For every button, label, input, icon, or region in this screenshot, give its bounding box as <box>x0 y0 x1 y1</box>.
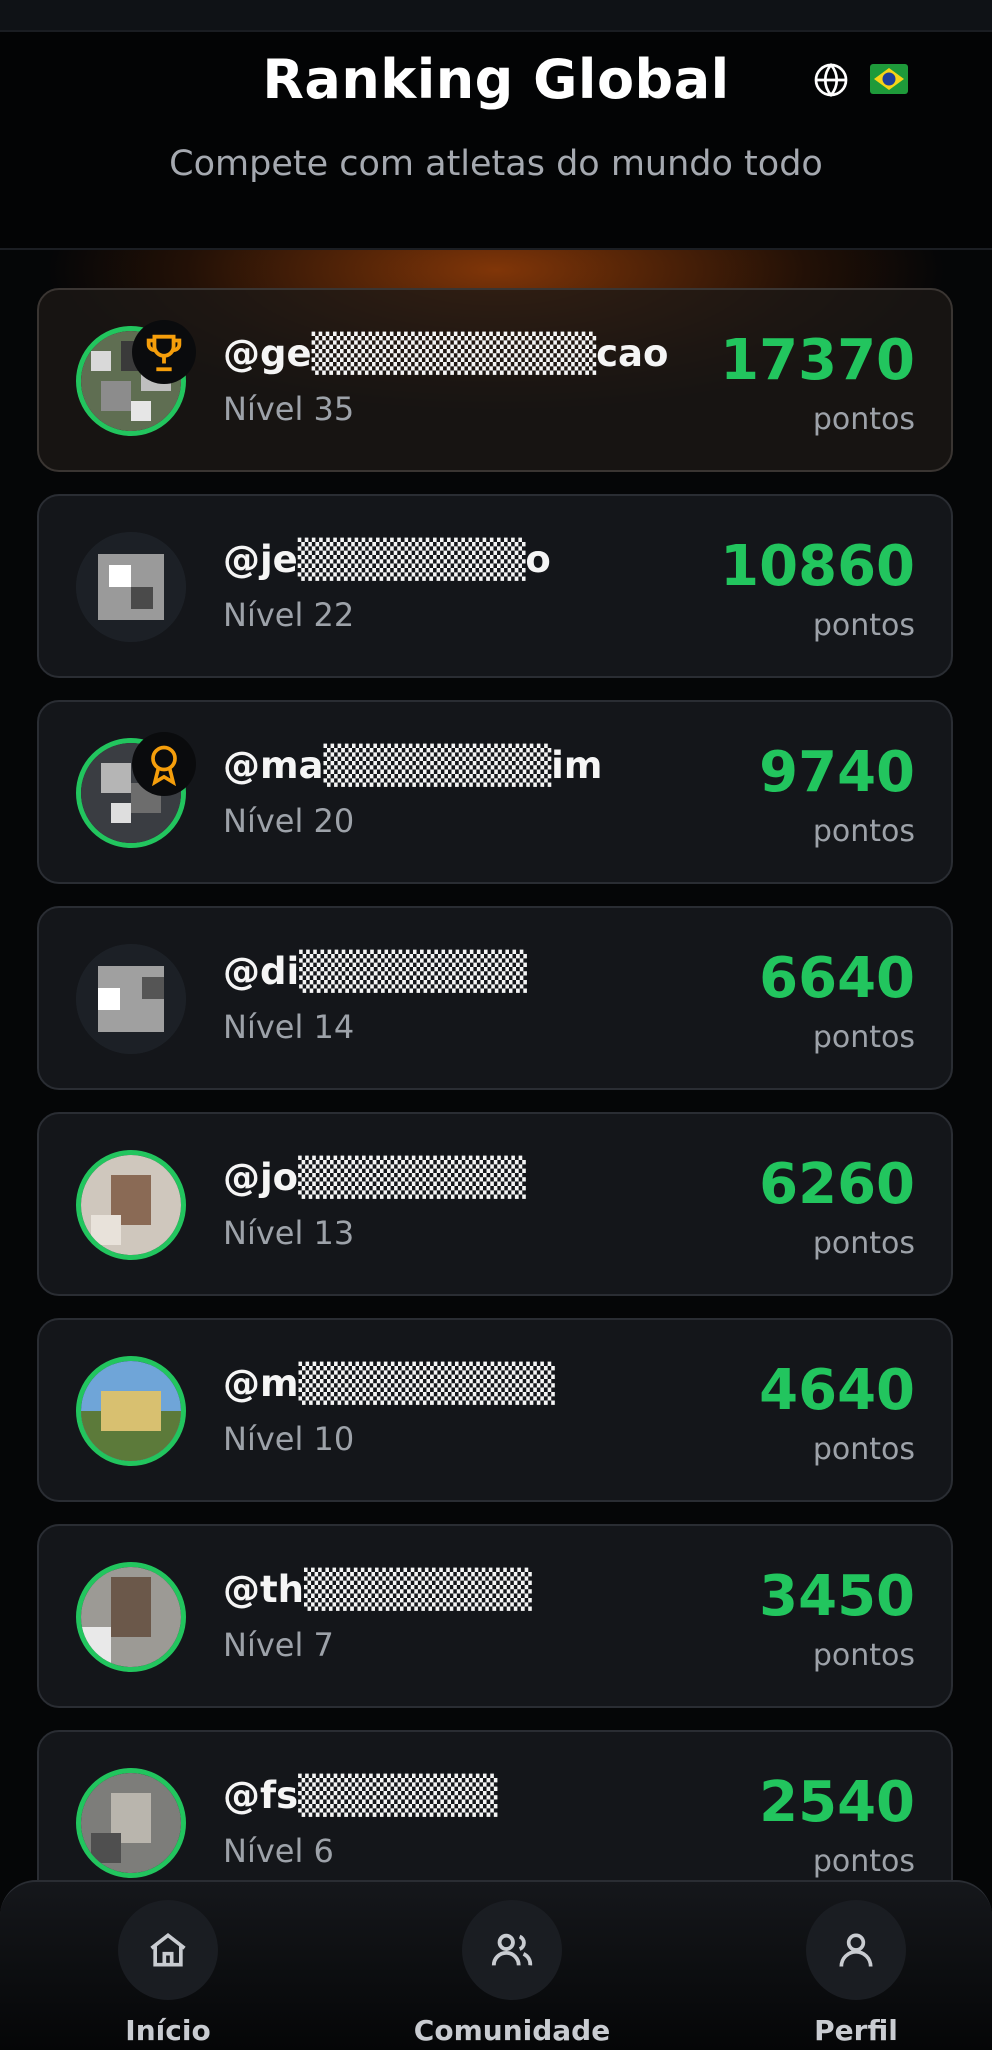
avatar <box>76 1562 186 1672</box>
avatar <box>76 1356 186 1466</box>
points-label: pontos <box>812 814 915 849</box>
page-header: Ranking Global Compete com atletas do mu… <box>0 32 992 250</box>
user-level: Nível 35 <box>223 390 355 428</box>
ranking-card[interactable]: @ge▒▒▒▒▒▒▒▒▒▒cao Nível 35 17370 pontos <box>37 288 953 472</box>
points-label: pontos <box>812 1638 915 1673</box>
ranking-card[interactable]: @m▒▒▒▒▒▒▒▒▒ Nível 10 4640 pontos <box>37 1318 953 1502</box>
user-points: 10860 <box>720 534 915 599</box>
avatar <box>76 944 186 1054</box>
ranking-card[interactable]: @je▒▒▒▒▒▒▒▒o Nível 22 10860 pontos <box>37 494 953 678</box>
points-label: pontos <box>812 608 915 643</box>
username[interactable]: @jo▒▒▒▒▒▒▒▒ <box>223 1156 526 1199</box>
users-icon <box>491 1933 533 1966</box>
avatar <box>76 1768 186 1878</box>
medal-icon <box>132 732 196 796</box>
username[interactable]: @ma▒▒▒▒▒▒▒▒im <box>223 744 602 787</box>
status-bar <box>0 0 992 32</box>
community-button[interactable] <box>462 1900 562 2000</box>
profile-button[interactable] <box>806 1900 906 2000</box>
points-label: pontos <box>812 1020 915 1055</box>
points-label: pontos <box>812 1226 915 1261</box>
user-points: 4640 <box>759 1358 915 1423</box>
user-icon <box>839 1933 873 1967</box>
username[interactable]: @fs▒▒▒▒▒▒▒ <box>223 1774 497 1817</box>
nav-home-label: Início <box>125 2014 211 2047</box>
points-label: pontos <box>812 1844 915 1879</box>
points-label: pontos <box>812 1432 915 1467</box>
username[interactable]: @m▒▒▒▒▒▒▒▒▒ <box>223 1362 555 1405</box>
ranking-card[interactable]: @ma▒▒▒▒▒▒▒▒im Nível 20 9740 pontos <box>37 700 953 884</box>
nav-community-label: Comunidade <box>413 2014 611 2047</box>
username[interactable]: @th▒▒▒▒▒▒▒▒ <box>223 1568 532 1611</box>
user-points: 3450 <box>759 1564 915 1629</box>
nav-home[interactable]: Início <box>48 1900 288 2047</box>
home-icon <box>150 1933 186 1967</box>
brazil-flag-icon[interactable] <box>870 64 908 94</box>
globe-icon[interactable] <box>813 62 849 98</box>
page-subtitle: Compete com atletas do mundo todo <box>169 144 823 184</box>
user-level: Nível 22 <box>223 596 355 634</box>
user-points: 6260 <box>759 1152 915 1217</box>
user-level: Nível 14 <box>223 1008 355 1046</box>
user-level: Nível 10 <box>223 1420 355 1458</box>
user-points: 17370 <box>720 328 915 393</box>
user-points: 2540 <box>759 1770 915 1835</box>
points-label: pontos <box>812 402 915 437</box>
ranking-card[interactable]: @di▒▒▒▒▒▒▒▒ Nível 14 6640 pontos <box>37 906 953 1090</box>
nav-profile-label: Perfil <box>814 2014 898 2047</box>
username[interactable]: @ge▒▒▒▒▒▒▒▒▒▒cao <box>223 332 668 375</box>
bottom-navigation: Início Comunidade Perfil <box>0 1880 992 2050</box>
avatar <box>76 1150 186 1260</box>
user-level: Nível 7 <box>223 1626 334 1664</box>
user-level: Nível 20 <box>223 802 355 840</box>
nav-profile[interactable]: Perfil <box>736 1900 976 2047</box>
user-points: 9740 <box>759 740 915 805</box>
trophy-icon <box>132 320 196 384</box>
user-points: 6640 <box>759 946 915 1011</box>
home-button[interactable] <box>118 1900 218 2000</box>
nav-community[interactable]: Comunidade <box>392 1900 632 2047</box>
user-level: Nível 13 <box>223 1214 355 1252</box>
ranking-card[interactable]: @jo▒▒▒▒▒▒▒▒ Nível 13 6260 pontos <box>37 1112 953 1296</box>
avatar <box>76 532 186 642</box>
username[interactable]: @je▒▒▒▒▒▒▒▒o <box>223 538 551 581</box>
user-level: Nível 6 <box>223 1832 334 1870</box>
username[interactable]: @di▒▒▒▒▒▒▒▒ <box>223 950 527 993</box>
ranking-card[interactable]: @th▒▒▒▒▒▒▒▒ Nível 7 3450 pontos <box>37 1524 953 1708</box>
